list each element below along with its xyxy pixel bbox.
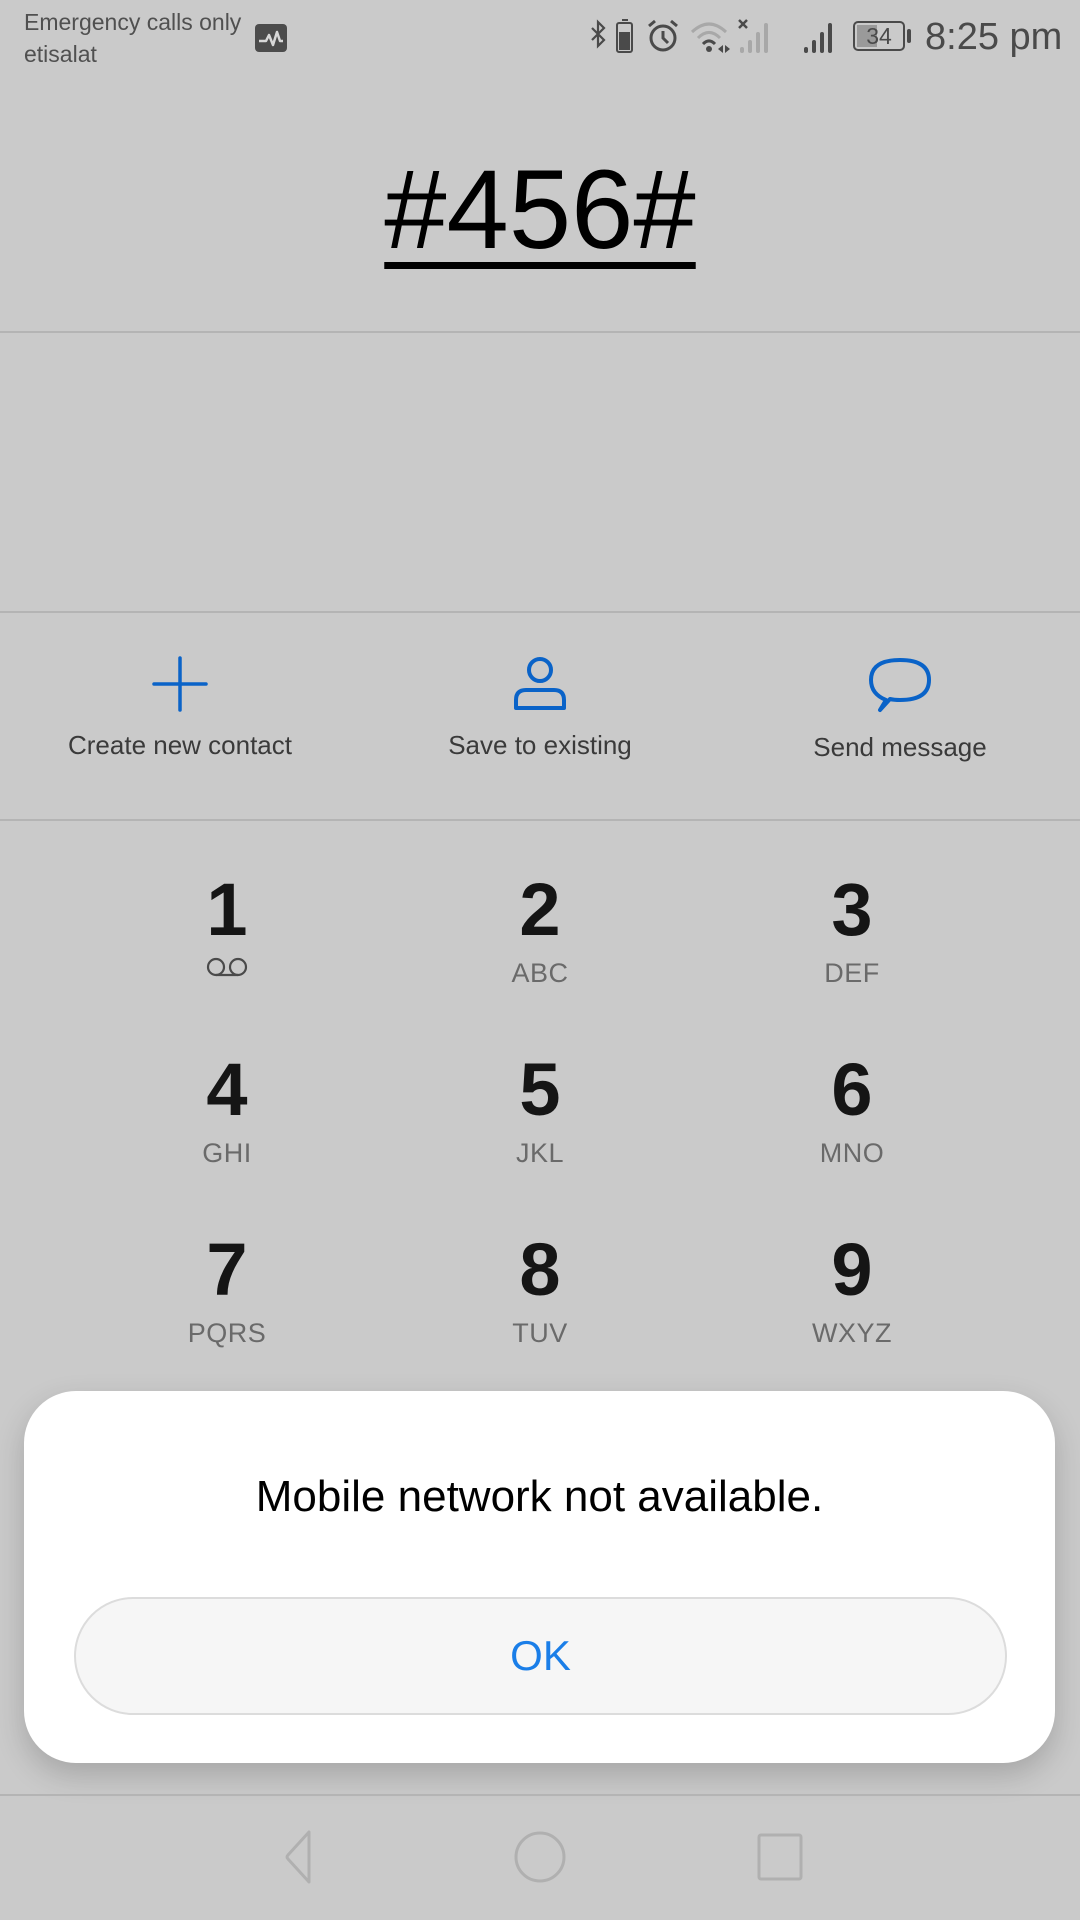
bluetooth-icon: [591, 19, 606, 49]
key-digit: 9: [831, 1228, 873, 1311]
key-letters: TUV: [512, 1318, 568, 1348]
suggestions-area: [0, 333, 1080, 611]
key-digit: 8: [519, 1228, 561, 1311]
bluetooth-battery-icon: [616, 19, 633, 53]
pulse-icon: [255, 24, 287, 52]
dialed-number: #456#: [384, 147, 696, 272]
voicemail-icon: [206, 957, 248, 977]
dialed-number-display[interactable]: #456#: [0, 140, 1080, 280]
chat-bubble-icon: [869, 658, 931, 712]
key-letters: DEF: [824, 958, 880, 988]
divider: [0, 611, 1080, 613]
send-message-label: Send message: [813, 732, 987, 762]
carrier-name: etisalat: [24, 41, 97, 67]
key-digit: 2: [519, 868, 561, 951]
key-digit: 1: [206, 868, 248, 951]
dialpad-key-9[interactable]: 9 WXYZ: [672, 1230, 1032, 1400]
key-digit: 4: [206, 1048, 248, 1131]
key-letters: MNO: [819, 1138, 885, 1168]
dialpad-key-1[interactable]: 1: [47, 870, 407, 1040]
key-letters: GHI: [202, 1138, 252, 1168]
dialpad-key-4[interactable]: 4 GHI: [47, 1050, 407, 1220]
network-error-dialog: Mobile network not available. OK: [24, 1391, 1055, 1763]
key-letters: ABC: [511, 958, 569, 988]
status-time: 8:25 pm: [925, 16, 1063, 58]
send-message-button[interactable]: Send message: [720, 640, 1080, 790]
key-digit: 7: [206, 1228, 248, 1311]
dialpad-key-6[interactable]: 6 MNO: [672, 1050, 1032, 1220]
key-digit: 5: [519, 1048, 561, 1131]
home-icon[interactable]: [505, 1822, 575, 1892]
save-to-existing-button[interactable]: Save to existing: [360, 640, 720, 790]
key-digit: 3: [831, 868, 873, 951]
alarm-icon: [648, 19, 678, 52]
save-to-existing-label: Save to existing: [448, 730, 632, 760]
create-new-contact-label: Create new contact: [67, 730, 292, 760]
battery-icon: 34: [853, 21, 913, 51]
back-icon[interactable]: [263, 1822, 333, 1892]
key-letters: JKL: [515, 1138, 565, 1168]
key-letters: WXYZ: [812, 1318, 892, 1348]
ok-button[interactable]: OK: [74, 1597, 1007, 1715]
plus-icon: [152, 656, 208, 712]
dialog-message: Mobile network not available.: [255, 1472, 824, 1521]
nav-bar-divider: [0, 1794, 1080, 1796]
recents-icon[interactable]: [745, 1822, 815, 1892]
dialpad-key-5[interactable]: 5 JKL: [360, 1050, 720, 1220]
create-new-contact-button[interactable]: Create new contact: [0, 640, 360, 790]
dialpad-key-2[interactable]: 2 ABC: [360, 870, 720, 1040]
person-icon: [514, 657, 566, 710]
divider: [0, 819, 1080, 821]
sim2-signal-icon: [804, 23, 832, 53]
dialpad-key-3[interactable]: 3 DEF: [672, 870, 1032, 1040]
status-bar-left: Emergency calls only etisalat: [24, 6, 241, 70]
carrier-status: Emergency calls only: [24, 9, 242, 35]
sim1-signal-no-service-icon: [738, 19, 768, 53]
battery-percent: 34: [866, 23, 892, 49]
key-digit: 6: [831, 1048, 873, 1131]
dialpad-key-8[interactable]: 8 TUV: [360, 1230, 720, 1400]
wifi-icon: [690, 22, 730, 53]
dialpad-key-7[interactable]: 7 PQRS: [47, 1230, 407, 1400]
key-letters: PQRS: [187, 1318, 267, 1348]
